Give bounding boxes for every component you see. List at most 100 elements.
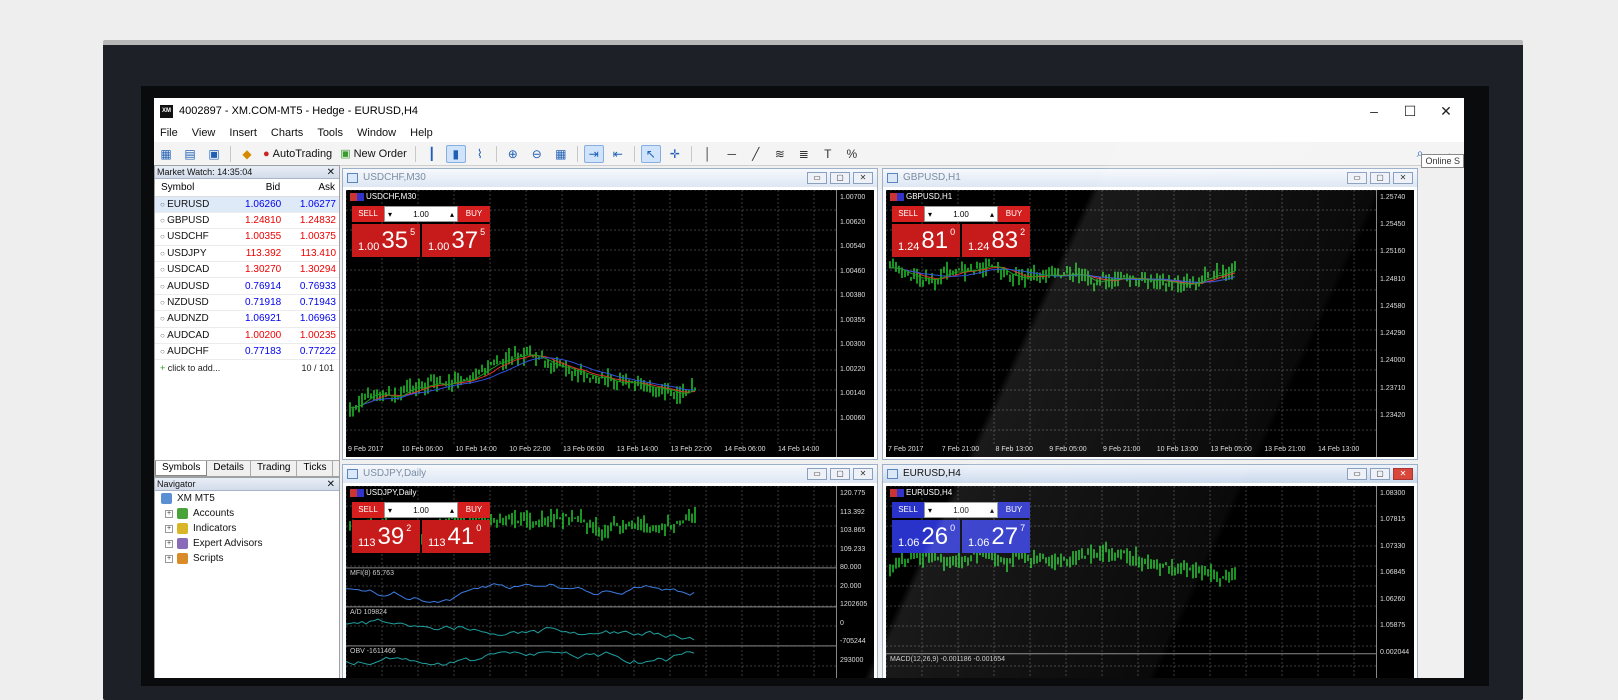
close-icon[interactable]: ✕: [327, 478, 335, 491]
maximize-icon[interactable]: ☐: [1392, 98, 1428, 124]
nav-scripts[interactable]: + Scripts: [155, 551, 339, 566]
chart-window-gbpusd[interactable]: GBPUSD,H1 ▭ ▢ ✕ GBPUSD,H1 SELL ▾ 1.00 ▴ BUY …: [882, 168, 1418, 460]
new-order-button[interactable]: ▣ New Order: [340, 147, 407, 161]
table-row[interactable]: GBPUSD1.248101.24832: [155, 212, 339, 230]
expand-icon[interactable]: +: [165, 554, 173, 563]
table-row[interactable]: AUDNZD1.069211.06963: [155, 310, 339, 328]
menu-view[interactable]: View: [192, 127, 216, 139]
chevron-down-icon[interactable]: ▾: [928, 506, 932, 515]
chevron-up-icon[interactable]: ▴: [450, 506, 454, 515]
chart-canvas[interactable]: EURUSD,H4 SELL ▾ 1.00 ▴ BUY 1.06 26 0 1.06 27…: [886, 486, 1414, 678]
autotrading-button[interactable]: ● AutoTrading: [263, 148, 332, 160]
buy-price[interactable]: 1.00 37 5: [422, 224, 490, 257]
profiles-icon[interactable]: ▤: [180, 145, 200, 163]
chart-window-header[interactable]: GBPUSD,H1 ▭ ▢ ✕: [883, 169, 1417, 187]
table-row[interactable]: AUDUSD0.769140.76933: [155, 277, 339, 295]
chart-shift-icon[interactable]: ⇤: [608, 145, 628, 163]
close-icon[interactable]: ✕: [853, 172, 873, 184]
col-bid[interactable]: Bid: [229, 179, 285, 197]
shapes-icon[interactable]: %: [842, 145, 862, 163]
expand-icon[interactable]: +: [165, 509, 173, 518]
maximize-icon[interactable]: ▢: [1370, 172, 1390, 184]
buy-button[interactable]: BUY: [998, 502, 1030, 518]
expand-icon[interactable]: +: [165, 539, 173, 548]
tab-details[interactable]: Details: [207, 461, 251, 476]
market-watch-icon[interactable]: ▣: [204, 145, 224, 163]
menu-insert[interactable]: Insert: [229, 127, 257, 139]
close-icon[interactable]: ✕: [327, 166, 335, 179]
volume-stepper[interactable]: ▾ 1.00 ▴: [384, 206, 458, 222]
chart-window-usdchf[interactable]: USDCHF,M30 ▭ ▢ ✕ USDCHF,M30 SELL ▾ 1.00 ▴ BU…: [342, 168, 878, 460]
minimize-icon[interactable]: ▭: [1347, 172, 1367, 184]
buy-button[interactable]: BUY: [458, 206, 490, 222]
table-row[interactable]: USDCHF1.003551.00375: [155, 228, 339, 246]
new-chart-icon[interactable]: ▦: [156, 145, 176, 163]
menu-file[interactable]: File: [160, 127, 178, 139]
minimize-icon[interactable]: ▭: [807, 172, 827, 184]
chart-canvas[interactable]: GBPUSD,H1 SELL ▾ 1.00 ▴ BUY 1.24 81 0 1.24 83…: [886, 190, 1414, 457]
sell-price[interactable]: 1.00 35 5: [352, 224, 420, 257]
chart-canvas[interactable]: USDJPY,Daily SELL ▾ 1.00 ▴ BUY 113 39 2 113 4…: [346, 486, 874, 678]
sell-price[interactable]: 1.06 26 0: [892, 520, 960, 553]
col-symbol[interactable]: Symbol: [155, 179, 230, 197]
cursor-icon[interactable]: ↖: [640, 144, 661, 163]
vertical-line-icon[interactable]: │: [698, 145, 718, 163]
minimize-icon[interactable]: –: [1356, 98, 1392, 124]
zoom-out-icon[interactable]: ⊖: [527, 145, 547, 163]
chart-window-header[interactable]: USDJPY,Daily ▭ ▢ ✕: [343, 465, 877, 483]
candlestick-icon[interactable]: ▮: [445, 144, 466, 163]
trendline-icon[interactable]: ╱: [746, 145, 766, 163]
tab-symbols[interactable]: Symbols: [155, 461, 208, 476]
minimize-icon[interactable]: ▭: [807, 468, 827, 480]
text-icon[interactable]: T: [818, 145, 838, 163]
buy-price[interactable]: 113 41 0: [422, 520, 490, 553]
add-symbol-link[interactable]: + click to add...: [160, 363, 220, 373]
maximize-icon[interactable]: ▢: [830, 468, 850, 480]
table-row[interactable]: EURUSD1.062601.06277: [155, 196, 339, 213]
table-row[interactable]: AUDCAD1.002001.00235: [155, 327, 339, 345]
chart-window-header[interactable]: EURUSD,H4 ▭ ▢ ✕: [883, 465, 1417, 483]
sell-price[interactable]: 113 39 2: [352, 520, 420, 553]
sell-button[interactable]: SELL: [892, 502, 924, 518]
buy-button[interactable]: BUY: [458, 502, 490, 518]
chart-window-eurusd[interactable]: EURUSD,H4 ▭ ▢ ✕ EURUSD,H4 SELL ▾ 1.00 ▴ BUY …: [882, 464, 1418, 678]
close-icon[interactable]: ✕: [1393, 172, 1413, 184]
chevron-down-icon[interactable]: ▾: [388, 210, 392, 219]
chevron-up-icon[interactable]: ▴: [990, 210, 994, 219]
nav-accounts[interactable]: + Accounts: [155, 506, 339, 521]
nav-root[interactable]: XM MT5: [155, 491, 339, 506]
menu-tools[interactable]: Tools: [317, 127, 343, 139]
tab-trading[interactable]: Trading: [251, 461, 298, 476]
sell-button[interactable]: SELL: [352, 502, 384, 518]
buy-price[interactable]: 1.24 83 2: [962, 224, 1030, 257]
maximize-icon[interactable]: ▢: [830, 172, 850, 184]
buy-button[interactable]: BUY: [998, 206, 1030, 222]
menu-charts[interactable]: Charts: [271, 127, 303, 139]
horizontal-line-icon[interactable]: ─: [722, 145, 742, 163]
tile-windows-icon[interactable]: ▦: [551, 145, 571, 163]
table-row[interactable]: USDJPY113.392113.410: [155, 245, 339, 263]
menu-window[interactable]: Window: [357, 127, 396, 139]
col-ask[interactable]: Ask: [284, 179, 339, 197]
close-icon[interactable]: ✕: [1428, 98, 1464, 124]
volume-stepper[interactable]: ▾ 1.00 ▴: [924, 502, 998, 518]
expand-icon[interactable]: +: [165, 524, 173, 533]
table-row[interactable]: USDCAD1.302701.30294: [155, 261, 339, 279]
chart-canvas[interactable]: USDCHF,M30 SELL ▾ 1.00 ▴ BUY 1.00 35 5 1.00 3…: [346, 190, 874, 457]
zoom-in-icon[interactable]: ⊕: [503, 145, 523, 163]
chevron-down-icon[interactable]: ▾: [388, 506, 392, 515]
bar-chart-icon[interactable]: ┃: [422, 145, 442, 163]
sell-button[interactable]: SELL: [352, 206, 384, 222]
chart-window-header[interactable]: USDCHF,M30 ▭ ▢ ✕: [343, 169, 877, 187]
maximize-icon[interactable]: ▢: [1370, 468, 1390, 480]
chevron-up-icon[interactable]: ▴: [450, 210, 454, 219]
volume-stepper[interactable]: ▾ 1.00 ▴: [924, 206, 998, 222]
close-icon[interactable]: ✕: [853, 468, 873, 480]
nav-indicators[interactable]: + Indicators: [155, 521, 339, 536]
chart-window-usdjpy[interactable]: USDJPY,Daily ▭ ▢ ✕ USDJPY,Daily SELL ▾ 1.00…: [342, 464, 878, 678]
sell-button[interactable]: SELL: [892, 206, 924, 222]
buy-price[interactable]: 1.06 27 7: [962, 520, 1030, 553]
channel-icon[interactable]: ≣: [794, 145, 814, 163]
autoscroll-icon[interactable]: ⇥: [583, 144, 604, 163]
close-icon[interactable]: ✕: [1393, 468, 1413, 480]
